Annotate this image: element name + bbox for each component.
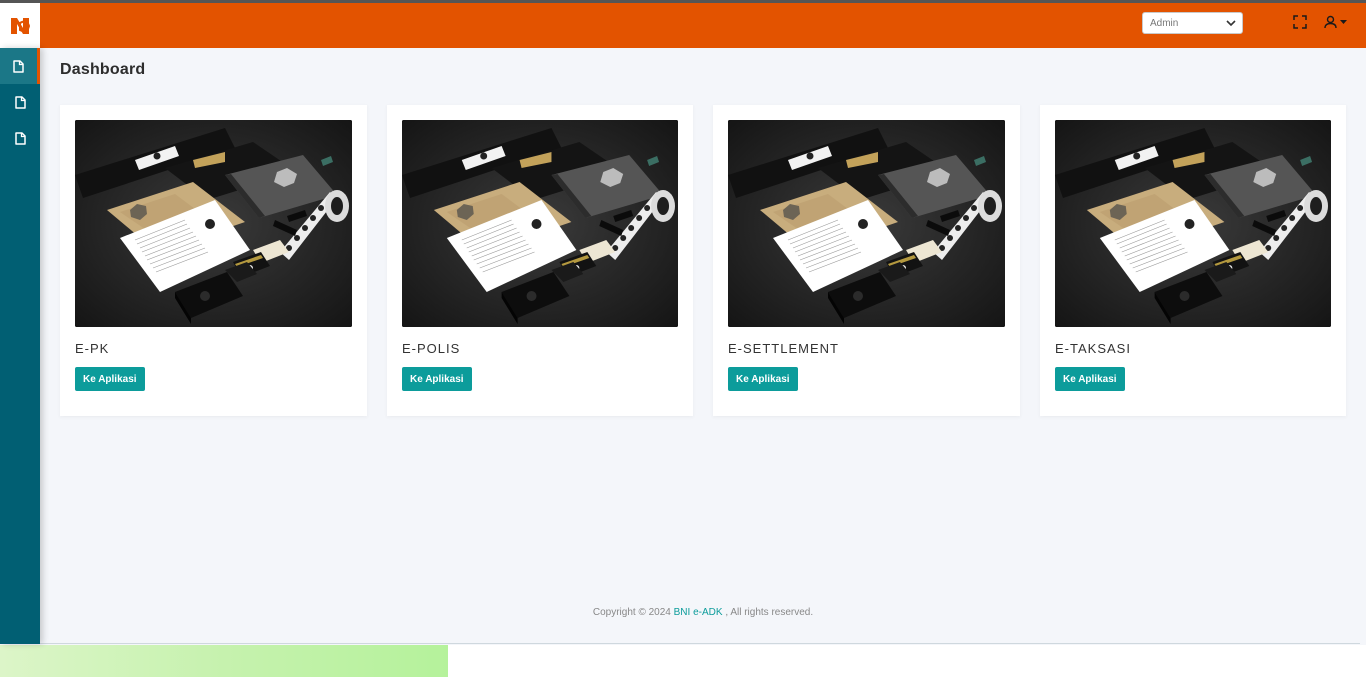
open-app-button[interactable]: Ke Aplikasi xyxy=(728,367,798,391)
caret-down-icon xyxy=(1340,19,1347,24)
role-select-value: Admin xyxy=(1150,17,1179,29)
card-title: E-PK xyxy=(75,341,110,356)
role-select[interactable]: Admin xyxy=(1142,12,1243,34)
file-icon xyxy=(14,131,26,145)
page-title: Dashboard xyxy=(60,61,146,78)
chevron-down-icon xyxy=(1226,19,1236,26)
copyright-text: Copyright © 2024 xyxy=(592,607,671,618)
open-app-button[interactable]: Ke Aplikasi xyxy=(402,367,472,391)
fullscreen-button[interactable] xyxy=(1293,15,1307,29)
divider xyxy=(40,643,1360,644)
card-title: E-TAKSASI xyxy=(1055,341,1131,356)
card-image xyxy=(402,120,678,327)
user-icon xyxy=(1324,15,1337,29)
loading-progress-bar xyxy=(0,645,448,677)
footer: Copyright © 2024 BNI e-ADK , All rights … xyxy=(40,607,1366,618)
sidebar xyxy=(0,48,40,644)
logo-icon xyxy=(9,14,31,37)
rights-text: , All rights reserved. xyxy=(725,607,814,618)
sidebar-item-3[interactable] xyxy=(0,120,40,156)
app-card-e-pk: E-PK Ke Aplikasi xyxy=(60,105,367,416)
card-title: E-SETTLEMENT xyxy=(728,341,839,356)
app-card-e-settlement: E-SETTLEMENT Ke Aplikasi xyxy=(713,105,1020,416)
fullscreen-icon xyxy=(1293,15,1307,29)
app-logo[interactable] xyxy=(0,3,40,48)
app-card-e-taksasi: E-TAKSASI Ke Aplikasi xyxy=(1040,105,1346,416)
open-app-button[interactable]: Ke Aplikasi xyxy=(75,367,145,391)
card-image xyxy=(75,120,352,327)
open-app-button[interactable]: Ke Aplikasi xyxy=(1055,367,1125,391)
footer-brand-link[interactable]: BNI e-ADK xyxy=(674,607,723,618)
card-image xyxy=(1055,120,1331,327)
card-title: E-POLIS xyxy=(402,341,461,356)
file-icon xyxy=(13,59,24,73)
card-image xyxy=(728,120,1005,327)
sidebar-item-2[interactable] xyxy=(0,84,40,120)
app-card-e-polis: E-POLIS Ke Aplikasi xyxy=(387,105,693,416)
user-menu-button[interactable] xyxy=(1324,15,1347,29)
sidebar-item-1[interactable] xyxy=(0,48,40,84)
file-icon xyxy=(14,95,26,109)
